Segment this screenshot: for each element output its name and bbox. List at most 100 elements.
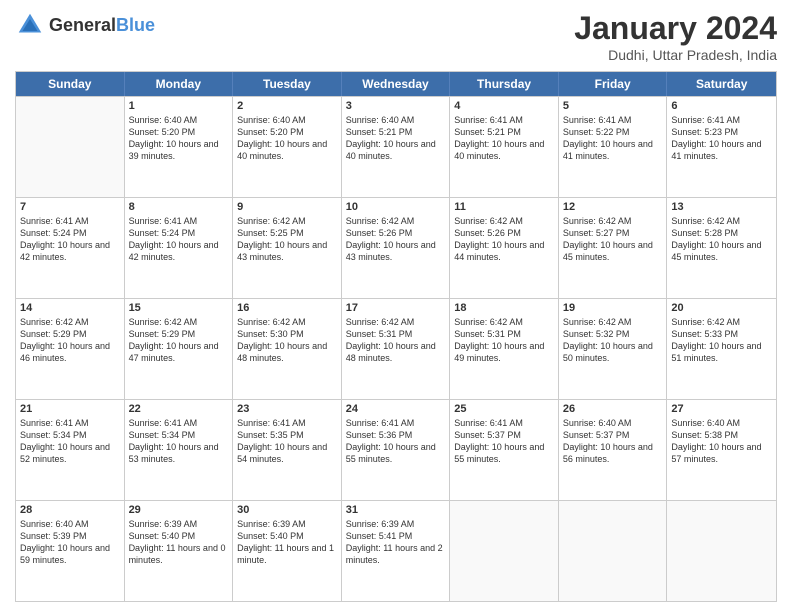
day-number: 14 bbox=[20, 302, 120, 314]
day-number: 28 bbox=[20, 504, 120, 516]
day-number: 23 bbox=[237, 403, 337, 415]
day-cell-1: 1 Sunrise: 6:40 AM Sunset: 5:20 PM Daylig… bbox=[125, 97, 234, 197]
logo: GeneralBlue bbox=[15, 10, 155, 40]
day-info: Sunrise: 6:42 AM Sunset: 5:30 PM Dayligh… bbox=[237, 316, 337, 365]
calendar-header: SundayMondayTuesdayWednesdayThursdayFrid… bbox=[16, 72, 776, 96]
day-cell-11: 11 Sunrise: 6:42 AM Sunset: 5:26 PM Dayli… bbox=[450, 198, 559, 298]
day-number: 5 bbox=[563, 100, 663, 112]
day-number: 20 bbox=[671, 302, 772, 314]
day-info: Sunrise: 6:42 AM Sunset: 5:25 PM Dayligh… bbox=[237, 215, 337, 264]
day-info: Sunrise: 6:41 AM Sunset: 5:34 PM Dayligh… bbox=[20, 417, 120, 466]
day-header-tuesday: Tuesday bbox=[233, 72, 342, 96]
day-number: 30 bbox=[237, 504, 337, 516]
day-number: 18 bbox=[454, 302, 554, 314]
day-info: Sunrise: 6:40 AM Sunset: 5:20 PM Dayligh… bbox=[129, 114, 229, 163]
day-cell-8: 8 Sunrise: 6:41 AM Sunset: 5:24 PM Daylig… bbox=[125, 198, 234, 298]
day-header-wednesday: Wednesday bbox=[342, 72, 451, 96]
day-cell-13: 13 Sunrise: 6:42 AM Sunset: 5:28 PM Dayli… bbox=[667, 198, 776, 298]
day-number: 27 bbox=[671, 403, 772, 415]
day-info: Sunrise: 6:42 AM Sunset: 5:29 PM Dayligh… bbox=[20, 316, 120, 365]
day-info: Sunrise: 6:41 AM Sunset: 5:36 PM Dayligh… bbox=[346, 417, 446, 466]
week-row-2: 7 Sunrise: 6:41 AM Sunset: 5:24 PM Daylig… bbox=[16, 197, 776, 298]
day-info: Sunrise: 6:40 AM Sunset: 5:37 PM Dayligh… bbox=[563, 417, 663, 466]
day-info: Sunrise: 6:40 AM Sunset: 5:21 PM Dayligh… bbox=[346, 114, 446, 163]
day-cell-30: 30 Sunrise: 6:39 AM Sunset: 5:40 PM Dayli… bbox=[233, 501, 342, 601]
day-info: Sunrise: 6:42 AM Sunset: 5:26 PM Dayligh… bbox=[346, 215, 446, 264]
day-number: 9 bbox=[237, 201, 337, 213]
week-row-1: 1 Sunrise: 6:40 AM Sunset: 5:20 PM Daylig… bbox=[16, 96, 776, 197]
day-info: Sunrise: 6:39 AM Sunset: 5:40 PM Dayligh… bbox=[237, 518, 337, 567]
day-number: 12 bbox=[563, 201, 663, 213]
day-cell-7: 7 Sunrise: 6:41 AM Sunset: 5:24 PM Daylig… bbox=[16, 198, 125, 298]
day-number: 6 bbox=[671, 100, 772, 112]
day-cell-6: 6 Sunrise: 6:41 AM Sunset: 5:23 PM Daylig… bbox=[667, 97, 776, 197]
day-cell-4: 4Sunrise: 6:41 AM Sunset: 5:21 PM Daylig… bbox=[450, 97, 559, 197]
day-cell-31: 31 Sunrise: 6:39 AM Sunset: 5:41 PM Dayli… bbox=[342, 501, 451, 601]
day-number: 21 bbox=[20, 403, 120, 415]
day-info: Sunrise: 6:42 AM Sunset: 5:28 PM Dayligh… bbox=[671, 215, 772, 264]
day-info: Sunrise: 6:42 AM Sunset: 5:31 PM Dayligh… bbox=[346, 316, 446, 365]
day-info: Sunrise: 6:39 AM Sunset: 5:40 PM Dayligh… bbox=[129, 518, 229, 567]
day-number: 7 bbox=[20, 201, 120, 213]
day-info: Sunrise: 6:40 AM Sunset: 5:39 PM Dayligh… bbox=[20, 518, 120, 567]
day-number: 29 bbox=[129, 504, 229, 516]
day-cell-3: 3 Sunrise: 6:40 AM Sunset: 5:21 PM Daylig… bbox=[342, 97, 451, 197]
day-cell-2: 2Sunrise: 6:40 AM Sunset: 5:20 PM Daylig… bbox=[233, 97, 342, 197]
day-header-friday: Friday bbox=[559, 72, 668, 96]
day-cell-17: 17 Sunrise: 6:42 AM Sunset: 5:31 PM Dayli… bbox=[342, 299, 451, 399]
day-info: Sunrise: 6:42 AM Sunset: 5:29 PM Dayligh… bbox=[129, 316, 229, 365]
day-number: 1 bbox=[129, 100, 229, 112]
day-cell-21: 21 Sunrise: 6:41 AM Sunset: 5:34 PM Dayli… bbox=[16, 400, 125, 500]
day-info: Sunrise: 6:39 AM Sunset: 5:41 PM Dayligh… bbox=[346, 518, 446, 567]
day-cell-20: 20Sunrise: 6:42 AM Sunset: 5:33 PM Dayli… bbox=[667, 299, 776, 399]
day-cell-15: 15 Sunrise: 6:42 AM Sunset: 5:29 PM Dayli… bbox=[125, 299, 234, 399]
day-number: 24 bbox=[346, 403, 446, 415]
week-row-3: 14 Sunrise: 6:42 AM Sunset: 5:29 PM Dayli… bbox=[16, 298, 776, 399]
day-number: 17 bbox=[346, 302, 446, 314]
day-cell-24: 24 Sunrise: 6:41 AM Sunset: 5:36 PM Dayli… bbox=[342, 400, 451, 500]
week-row-5: 28 Sunrise: 6:40 AM Sunset: 5:39 PM Dayli… bbox=[16, 500, 776, 601]
calendar: SundayMondayTuesdayWednesdayThursdayFrid… bbox=[15, 71, 777, 602]
day-info: Sunrise: 6:42 AM Sunset: 5:31 PM Dayligh… bbox=[454, 316, 554, 365]
empty-cell bbox=[450, 501, 559, 601]
page: GeneralBlue January 2024 Dudhi, Uttar Pr… bbox=[0, 0, 792, 612]
logo-general: General bbox=[49, 15, 116, 35]
day-cell-27: 27 Sunrise: 6:40 AM Sunset: 5:38 PM Dayli… bbox=[667, 400, 776, 500]
day-info: Sunrise: 6:41 AM Sunset: 5:24 PM Dayligh… bbox=[129, 215, 229, 264]
day-number: 4 bbox=[454, 100, 554, 112]
day-header-thursday: Thursday bbox=[450, 72, 559, 96]
day-cell-5: 5Sunrise: 6:41 AM Sunset: 5:22 PM Daylig… bbox=[559, 97, 668, 197]
day-number: 10 bbox=[346, 201, 446, 213]
logo-icon bbox=[15, 10, 45, 40]
day-cell-19: 19Sunrise: 6:42 AM Sunset: 5:32 PM Dayli… bbox=[559, 299, 668, 399]
week-row-4: 21 Sunrise: 6:41 AM Sunset: 5:34 PM Dayli… bbox=[16, 399, 776, 500]
day-number: 15 bbox=[129, 302, 229, 314]
day-cell-9: 9 Sunrise: 6:42 AM Sunset: 5:25 PM Daylig… bbox=[233, 198, 342, 298]
day-cell-26: 26 Sunrise: 6:40 AM Sunset: 5:37 PM Dayli… bbox=[559, 400, 668, 500]
day-info: Sunrise: 6:42 AM Sunset: 5:27 PM Dayligh… bbox=[563, 215, 663, 264]
month-title: January 2024 bbox=[574, 10, 777, 47]
day-cell-12: 12 Sunrise: 6:42 AM Sunset: 5:27 PM Dayli… bbox=[559, 198, 668, 298]
day-info: Sunrise: 6:42 AM Sunset: 5:26 PM Dayligh… bbox=[454, 215, 554, 264]
day-number: 22 bbox=[129, 403, 229, 415]
day-number: 26 bbox=[563, 403, 663, 415]
day-number: 3 bbox=[346, 100, 446, 112]
day-header-monday: Monday bbox=[125, 72, 234, 96]
day-info: Sunrise: 6:41 AM Sunset: 5:23 PM Dayligh… bbox=[671, 114, 772, 163]
day-number: 16 bbox=[237, 302, 337, 314]
day-cell-22: 22Sunrise: 6:41 AM Sunset: 5:34 PM Dayli… bbox=[125, 400, 234, 500]
location: Dudhi, Uttar Pradesh, India bbox=[574, 47, 777, 63]
day-info: Sunrise: 6:41 AM Sunset: 5:37 PM Dayligh… bbox=[454, 417, 554, 466]
day-number: 13 bbox=[671, 201, 772, 213]
day-info: Sunrise: 6:41 AM Sunset: 5:24 PM Dayligh… bbox=[20, 215, 120, 264]
title-block: January 2024 Dudhi, Uttar Pradesh, India bbox=[574, 10, 777, 63]
day-header-saturday: Saturday bbox=[667, 72, 776, 96]
day-cell-16: 16 Sunrise: 6:42 AM Sunset: 5:30 PM Dayli… bbox=[233, 299, 342, 399]
day-number: 11 bbox=[454, 201, 554, 213]
calendar-body: 1 Sunrise: 6:40 AM Sunset: 5:20 PM Daylig… bbox=[16, 96, 776, 601]
day-cell-18: 18 Sunrise: 6:42 AM Sunset: 5:31 PM Dayli… bbox=[450, 299, 559, 399]
day-info: Sunrise: 6:40 AM Sunset: 5:38 PM Dayligh… bbox=[671, 417, 772, 466]
day-number: 8 bbox=[129, 201, 229, 213]
empty-cell bbox=[667, 501, 776, 601]
day-number: 31 bbox=[346, 504, 446, 516]
